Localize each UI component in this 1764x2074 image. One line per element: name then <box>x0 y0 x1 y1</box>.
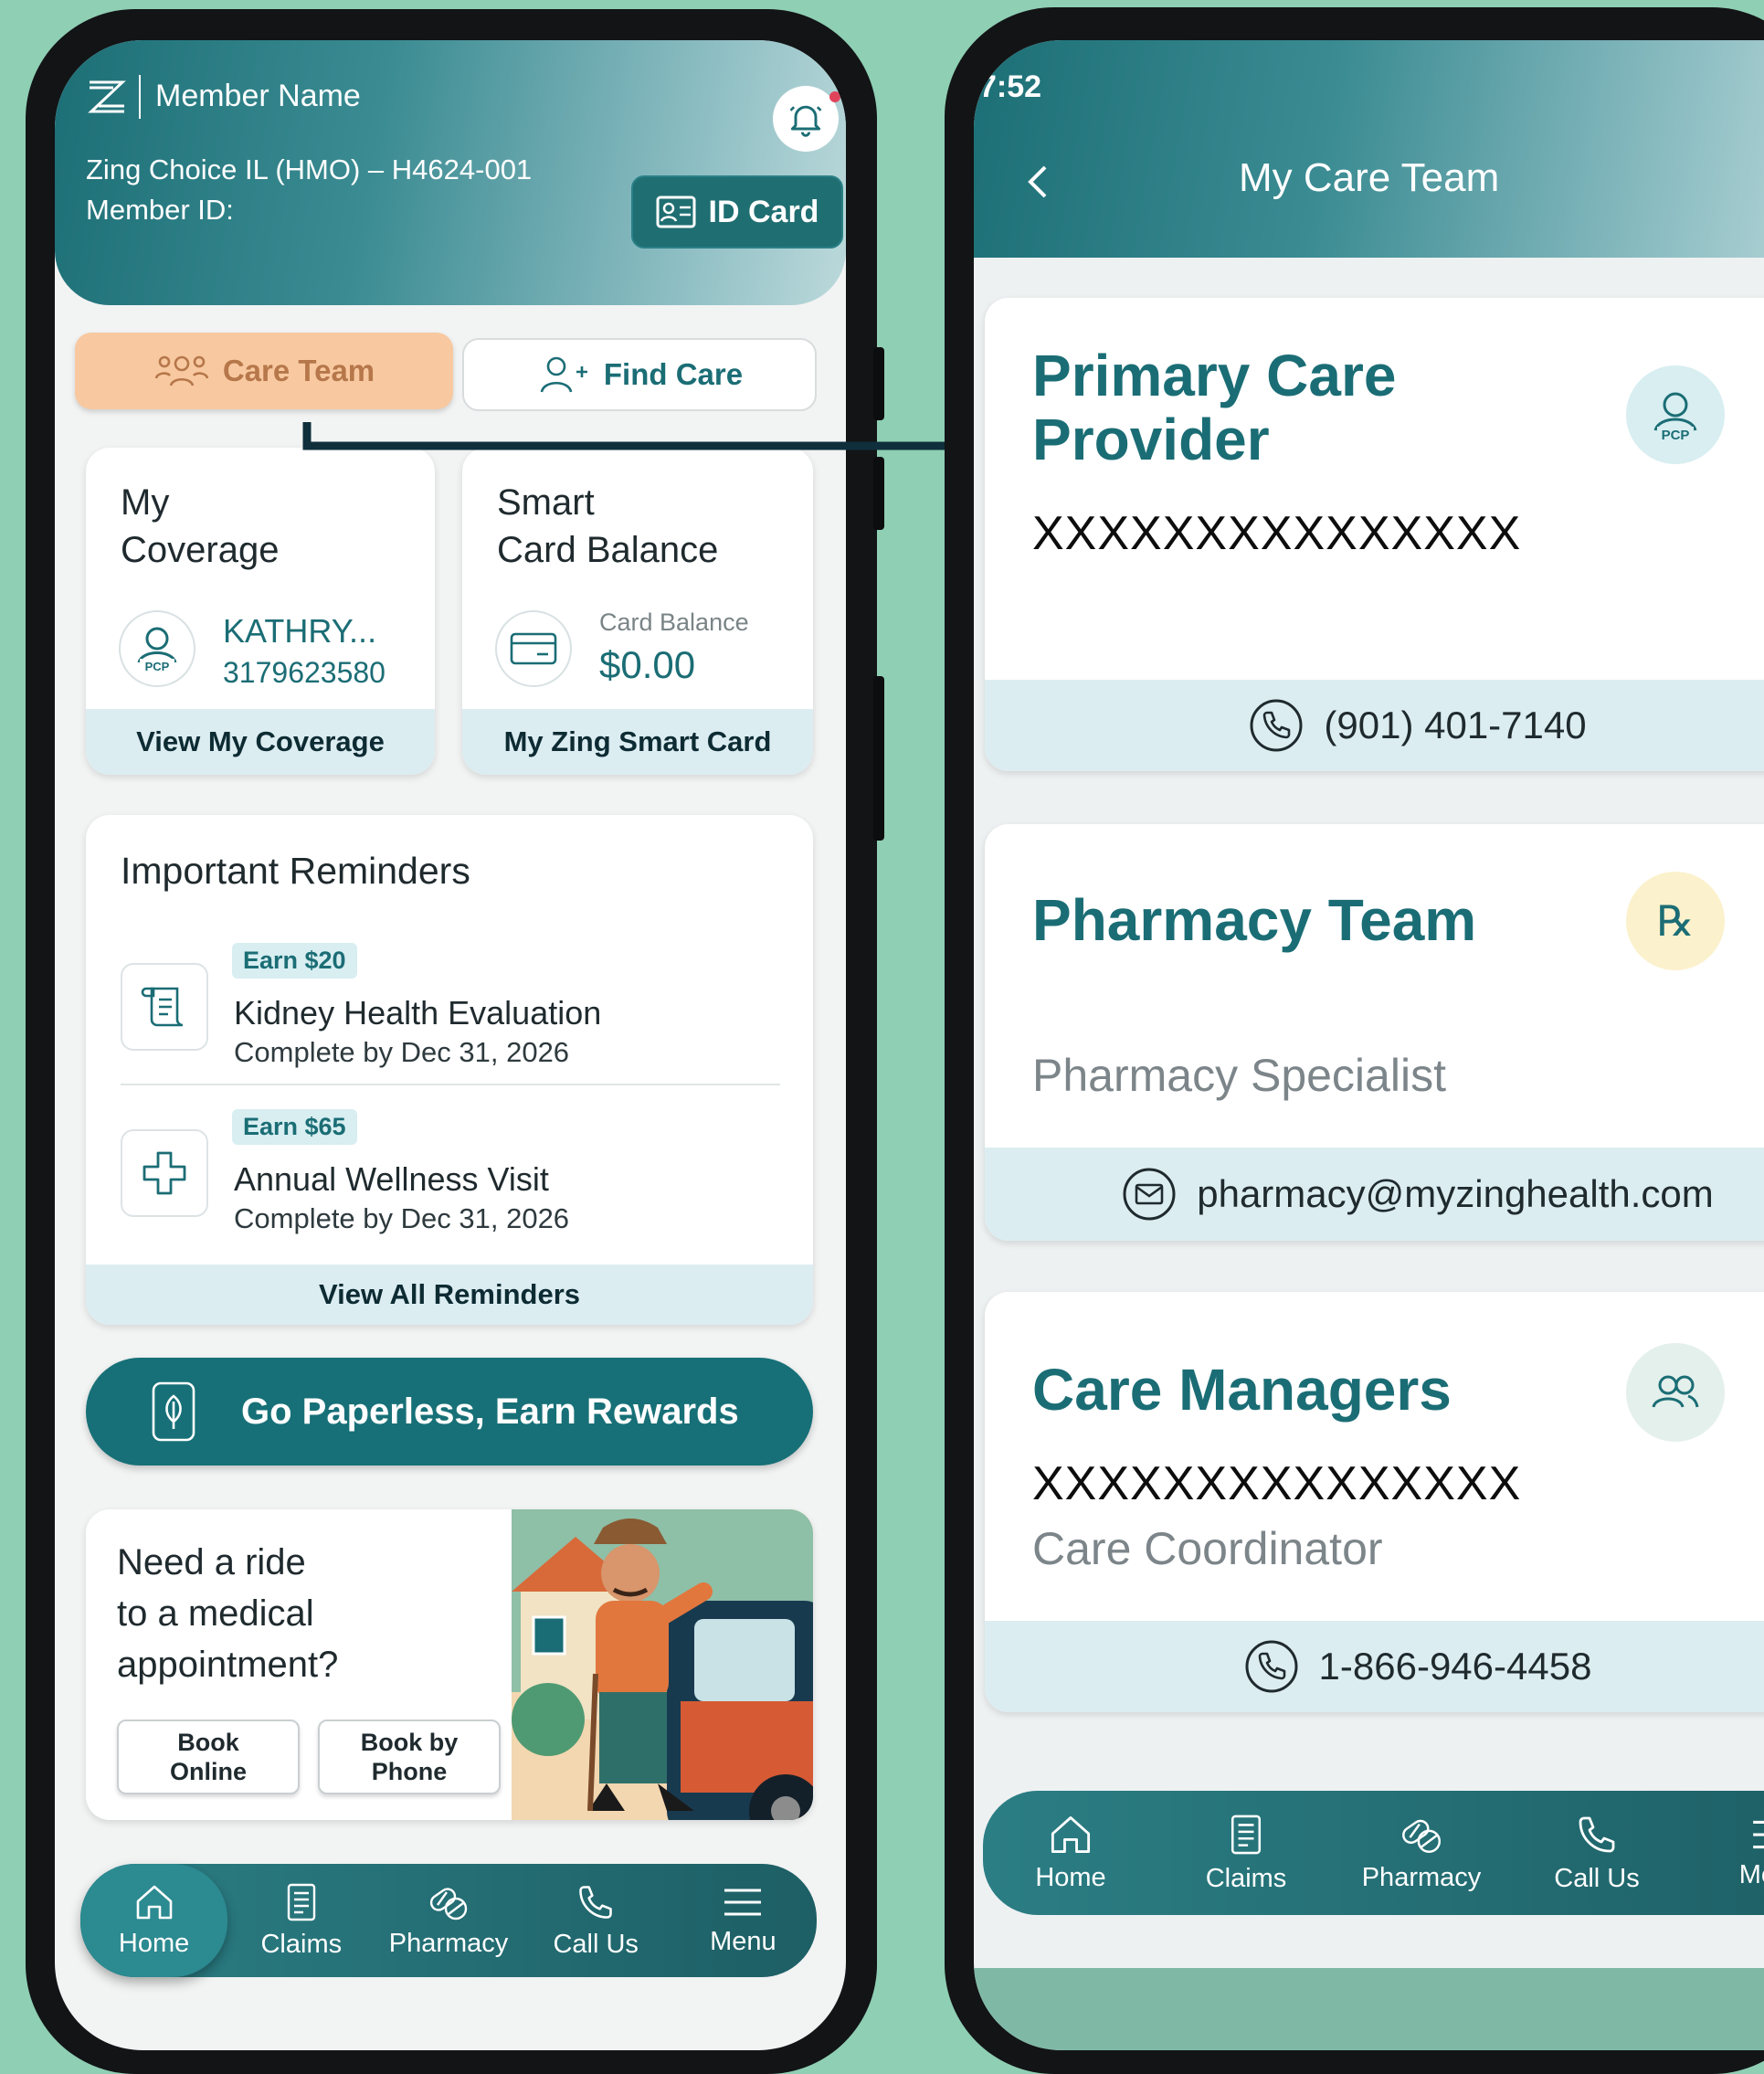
care-team-header: 7:52 My Care Team <box>974 40 1764 258</box>
nav-claims-label: Claims <box>1205 1863 1287 1893</box>
pharmacy-email: pharmacy@myzinghealth.com <box>1197 1172 1714 1215</box>
home-icon <box>1051 1815 1091 1853</box>
nav-pharmacy-label: Pharmacy <box>1361 1862 1482 1892</box>
nav-home-label: Home <box>1035 1862 1106 1892</box>
pcp-badge: PCP <box>1626 365 1725 464</box>
nav-claims[interactable]: Claims <box>1158 1791 1334 1915</box>
phone-icon <box>1579 1816 1615 1852</box>
pharmacy-email-button[interactable]: pharmacy@myzinghealth.com <box>985 1148 1764 1241</box>
care-manager-name: XXXXXXXXXXXXXXX <box>1032 1457 1522 1510</box>
care-manager-phone-button[interactable]: 1-866-946-4458 <box>985 1621 1764 1712</box>
pcp-phone-button[interactable]: (901) 401-7140 <box>985 680 1764 771</box>
care-managers-badge <box>1626 1343 1725 1442</box>
rx-icon: ℞ <box>1656 896 1695 946</box>
care-managers-card: Care Managers XXXXXXXXXXXXXXX Care Coord… <box>985 1292 1764 1712</box>
claims-icon <box>1231 1815 1262 1854</box>
phone-circle-icon <box>1250 699 1303 752</box>
care-team-screen: 7:52 My Care Team Primary Care Provider … <box>974 40 1764 2050</box>
nav-call-us-label: Call Us <box>1554 1863 1640 1893</box>
hamburger-icon <box>1753 1820 1764 1848</box>
pcp-name: XXXXXXXXXXXXXXX <box>1032 507 1522 560</box>
bottom-nav: Home Claims Pharmacy Call Us Menu <box>983 1791 1764 1915</box>
email-circle-icon <box>1123 1168 1176 1221</box>
phone-circle-icon <box>1245 1640 1298 1693</box>
pharmacy-team-title: Pharmacy Team <box>1032 887 1477 953</box>
pills-icon <box>1402 1819 1442 1853</box>
pcp-title-line1: Primary Care <box>1032 343 1397 408</box>
pharmacy-team-card: Pharmacy Team Pharmacy Specialist ℞ phar… <box>985 824 1764 1241</box>
page-title: My Care Team <box>1239 155 1500 200</box>
pcp-phone-number: (901) 401-7140 <box>1324 704 1587 746</box>
primary-care-provider-card: Primary Care Provider XXXXXXXXXXXXXXX PC… <box>985 298 1764 771</box>
bottom-strip <box>974 1968 1764 2050</box>
pharmacy-role: Pharmacy Specialist <box>1032 1050 1446 1101</box>
chevron-left-icon <box>1028 165 1047 198</box>
pcp-title-line2: Provider <box>1032 407 1270 472</box>
person-icon: PCP <box>1653 392 1697 443</box>
nav-call-us[interactable]: Call Us <box>1509 1791 1685 1915</box>
status-time: 7:52 <box>979 69 1042 104</box>
care-team-phone-frame: 7:52 My Care Team Primary Care Provider … <box>945 7 1764 2074</box>
pcp-badge-text: PCP <box>1662 428 1690 443</box>
back-button[interactable] <box>1019 159 1056 205</box>
nav-menu-label: Menu <box>1738 1859 1764 1889</box>
nav-menu[interactable]: Menu <box>1685 1791 1764 1915</box>
nav-home[interactable]: Home <box>983 1791 1158 1915</box>
care-manager-phone-number: 1-866-946-4458 <box>1318 1645 1592 1688</box>
care-manager-role: Care Coordinator <box>1032 1523 1383 1574</box>
group-icon <box>1652 1375 1699 1408</box>
care-managers-title: Care Managers <box>1032 1357 1452 1423</box>
nav-pharmacy[interactable]: Pharmacy <box>1334 1791 1509 1915</box>
rx-badge: ℞ <box>1626 872 1725 970</box>
